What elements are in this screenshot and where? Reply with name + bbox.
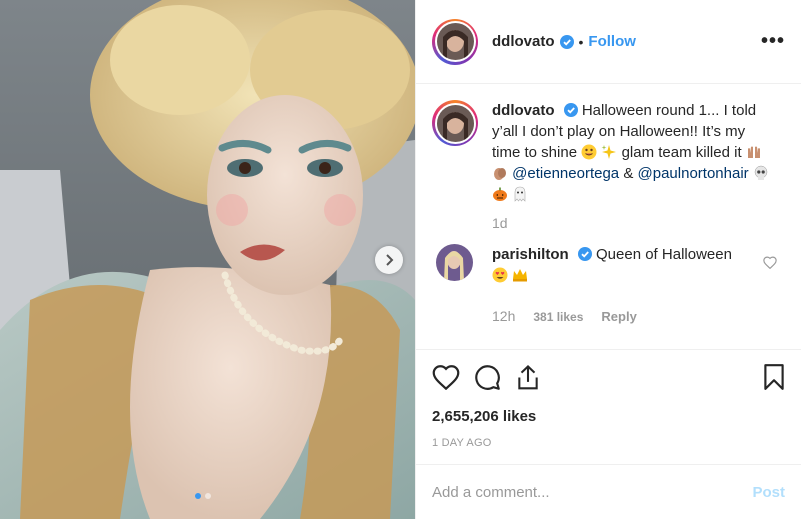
chevron-right-icon — [386, 254, 394, 266]
reply-text: parishilton Queen of Halloween — [492, 244, 752, 286]
post-comment-button[interactable]: Post — [752, 484, 785, 501]
action-icons-row — [432, 360, 785, 394]
like-comment-heart-icon[interactable] — [763, 256, 777, 269]
clapping-hands-emoji-icon — [494, 168, 506, 180]
separator-dot: • — [578, 33, 584, 50]
post-date[interactable]: 1 DAY AGO — [432, 437, 785, 449]
post-header: ddlovato • Follow ••• — [416, 0, 801, 84]
caption-body-2: glam team killed it — [621, 144, 742, 161]
next-photo-button[interactable] — [375, 246, 403, 274]
post-image — [0, 0, 415, 519]
carousel-indicator — [195, 493, 211, 499]
avatar-image — [436, 104, 474, 142]
avatar-image — [436, 244, 473, 281]
caption-timestamp[interactable]: 1d — [492, 215, 785, 231]
heart-icon — [432, 365, 460, 390]
share-icon — [518, 364, 538, 389]
reply-timestamp[interactable]: 12h — [492, 308, 515, 324]
reply-likes[interactable]: 381 likes — [533, 310, 583, 324]
comment-button[interactable] — [474, 364, 501, 391]
reply-username[interactable]: parishilton — [492, 246, 569, 263]
bookmark-icon — [764, 364, 784, 390]
verified-badge-icon — [559, 34, 574, 49]
avatar-image — [436, 23, 474, 60]
carousel-dot — [205, 493, 211, 499]
post-details-panel: ddlovato • Follow ••• ddlovato Halloween… — [415, 0, 801, 519]
comment-icon — [475, 364, 500, 390]
likes-count[interactable]: 2,655,206 likes — [432, 408, 785, 425]
post-author-username[interactable]: ddlovato — [492, 33, 555, 50]
tongue-face-emoji-icon — [581, 144, 597, 160]
avatar[interactable] — [432, 100, 478, 146]
carousel-dot-active — [195, 493, 201, 499]
sparkles-emoji-icon — [601, 145, 617, 159]
skull-emoji-icon — [754, 165, 768, 180]
reply-meta: 12h 381 likes Reply — [492, 308, 785, 324]
comments-section: ddlovato Halloween round 1... I told y’a… — [432, 100, 785, 324]
heart-eyes-emoji-icon — [492, 267, 508, 283]
save-button[interactable] — [763, 363, 785, 391]
mention-link[interactable]: @paulnortonhair — [638, 165, 749, 182]
avatar[interactable] — [432, 18, 478, 65]
caption-text: ddlovato Halloween round 1... I told y’a… — [492, 100, 777, 205]
comment-input[interactable] — [432, 483, 753, 501]
reply-button[interactable]: Reply — [601, 309, 636, 324]
raised-hands-emoji-icon — [747, 146, 760, 158]
crown-emoji-icon — [513, 269, 528, 282]
caption-ampersand: & — [623, 165, 634, 182]
post-photo[interactable] — [0, 0, 415, 519]
mention-link[interactable]: @etienneortega — [512, 165, 619, 182]
reply-body: Queen of Halloween — [596, 246, 732, 263]
ghost-emoji-icon — [514, 186, 526, 202]
post-actions: 2,655,206 likes 1 DAY AGO — [416, 349, 801, 449]
caption-username[interactable]: ddlovato — [492, 102, 555, 119]
like-button[interactable] — [432, 364, 460, 390]
share-button[interactable] — [515, 364, 541, 391]
add-comment-bar: Post — [416, 464, 801, 519]
verified-badge-icon — [563, 103, 578, 117]
pumpkin-emoji-icon — [493, 187, 507, 201]
more-options-icon[interactable]: ••• — [761, 30, 785, 53]
reply-comment: parishilton Queen of Halloween — [432, 244, 785, 286]
caption-comment: ddlovato Halloween round 1... I told y’a… — [432, 100, 785, 205]
verified-badge-icon — [577, 247, 592, 261]
avatar[interactable] — [436, 244, 473, 281]
follow-button[interactable]: Follow — [588, 33, 636, 50]
